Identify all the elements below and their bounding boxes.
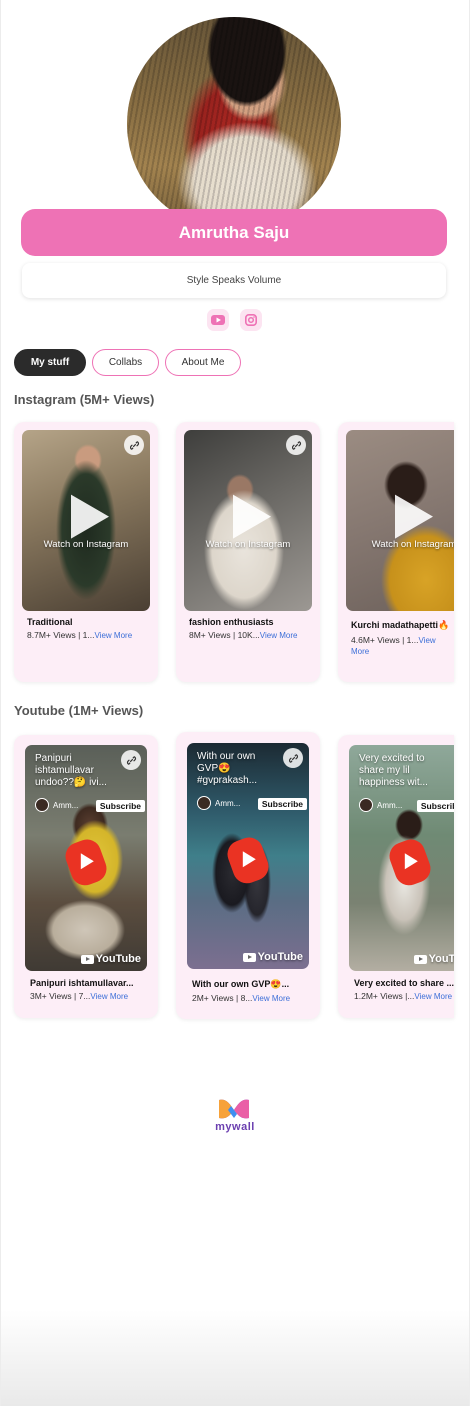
card-title: Kurchi madathapetti🔥	[351, 620, 450, 630]
subscribe-button[interactable]: Subscribe	[416, 800, 454, 812]
profile-name: Amrutha Saju	[21, 209, 447, 256]
watch-on-instagram-label: Watch on Instagram	[43, 539, 129, 550]
subscribe-button[interactable]: Subscribe	[257, 798, 307, 810]
youtube-section-title: Youtube (1M+ Views)	[14, 703, 144, 718]
instagram-thumbnail[interactable]: Watch on Instagram	[184, 430, 312, 611]
card-title: Panipuri ishtamullavar...	[30, 978, 134, 988]
video-overlay-title: Panipuri ishtamullavar undoo??🤔 ivi...	[35, 753, 107, 788]
card-title: fashion enthusiasts	[189, 617, 274, 627]
instagram-card[interactable]: Watch on Instagram Traditional 8.7M+ Vie…	[14, 422, 158, 682]
youtube-logo: YouTube	[413, 953, 454, 965]
link-icon[interactable]	[283, 748, 303, 768]
tab-collabs[interactable]: Collabs	[92, 349, 159, 376]
link-icon[interactable]	[121, 750, 141, 770]
youtube-logo: YouTube	[80, 953, 141, 965]
view-more-link[interactable]: View More	[90, 992, 128, 1001]
channel-avatar	[359, 798, 373, 812]
view-more-link[interactable]: View More	[414, 992, 452, 1001]
play-icon[interactable]	[71, 494, 109, 539]
card-meta: 4.6M+ Views | 1...View More	[351, 635, 436, 656]
play-icon[interactable]	[395, 494, 433, 539]
instagram-card[interactable]: Watch on Instagram fashion enthusiasts 8…	[176, 422, 320, 682]
card-title: With our own GVP😍...	[192, 979, 290, 989]
channel-info: Amm...	[35, 798, 78, 812]
instagram-card[interactable]: Watch on Instagram Kurchi madathapetti🔥 …	[338, 422, 454, 682]
subscribe-button[interactable]: Subscribe	[95, 800, 145, 812]
channel-avatar	[197, 796, 211, 810]
youtube-card[interactable]: Panipuri ishtamullavar undoo??🤔 ivi... A…	[14, 735, 158, 1018]
instagram-link[interactable]	[240, 309, 262, 331]
profile-avatar	[127, 17, 341, 231]
youtube-card[interactable]: With our own GVP😍 #gvprakash... Amm... S…	[176, 732, 320, 1019]
youtube-link[interactable]	[207, 309, 229, 331]
profile-bio: Style Speaks Volume	[22, 263, 446, 298]
youtube-thumbnail[interactable]: Panipuri ishtamullavar undoo??🤔 ivi... A…	[25, 745, 147, 971]
channel-avatar	[35, 798, 49, 812]
tab-my-stuff[interactable]: My stuff	[14, 349, 86, 376]
watch-on-instagram-label: Watch on Instagram	[205, 539, 291, 550]
tab-about-me[interactable]: About Me	[165, 349, 241, 376]
profile-tabs: My stuff Collabs About Me	[14, 349, 241, 376]
view-more-link[interactable]: View More	[260, 631, 298, 640]
view-more-link[interactable]: View More	[95, 631, 133, 640]
video-overlay-title: With our own GVP😍 #gvprakash...	[197, 751, 258, 786]
play-icon	[80, 853, 94, 870]
instagram-thumbnail[interactable]: Watch on Instagram	[22, 430, 150, 611]
card-meta: 2M+ Views | 8...View More	[192, 993, 291, 1003]
link-icon[interactable]	[286, 435, 306, 455]
play-icon	[242, 851, 256, 868]
view-more-link[interactable]: View More	[252, 994, 290, 1003]
youtube-thumbnail[interactable]: Very excited to share my lil happiness w…	[349, 745, 454, 971]
card-meta: 8.7M+ Views | 1...View More	[27, 630, 133, 640]
mywall-brand-text: mywall	[215, 1121, 255, 1133]
card-meta: 1.2M+ Views |...View More	[354, 991, 453, 1001]
instagram-thumbnail[interactable]: Watch on Instagram	[346, 430, 454, 611]
channel-info: Amm...	[359, 798, 402, 812]
youtube-thumbnail[interactable]: With our own GVP😍 #gvprakash... Amm... S…	[187, 743, 309, 969]
instagram-icon	[245, 314, 257, 326]
watch-on-instagram-label: Watch on Instagram	[371, 539, 454, 550]
youtube-card[interactable]: Very excited to share my lil happiness w…	[338, 735, 454, 1018]
video-overlay-title: Very excited to share my lil happiness w…	[359, 753, 428, 788]
card-title: Very excited to share ...	[354, 978, 454, 988]
youtube-icon	[211, 315, 225, 325]
link-icon[interactable]	[124, 435, 144, 455]
play-icon[interactable]	[233, 494, 271, 539]
instagram-section-title: Instagram (5M+ Views)	[14, 392, 155, 407]
play-icon	[404, 853, 418, 870]
card-title: Traditional	[27, 617, 73, 627]
card-meta: 3M+ Views | 7...View More	[30, 991, 129, 1001]
card-meta: 8M+ Views | 10K...View More	[189, 630, 298, 640]
youtube-logo: YouTube	[242, 951, 303, 963]
channel-info: Amm...	[197, 796, 240, 810]
